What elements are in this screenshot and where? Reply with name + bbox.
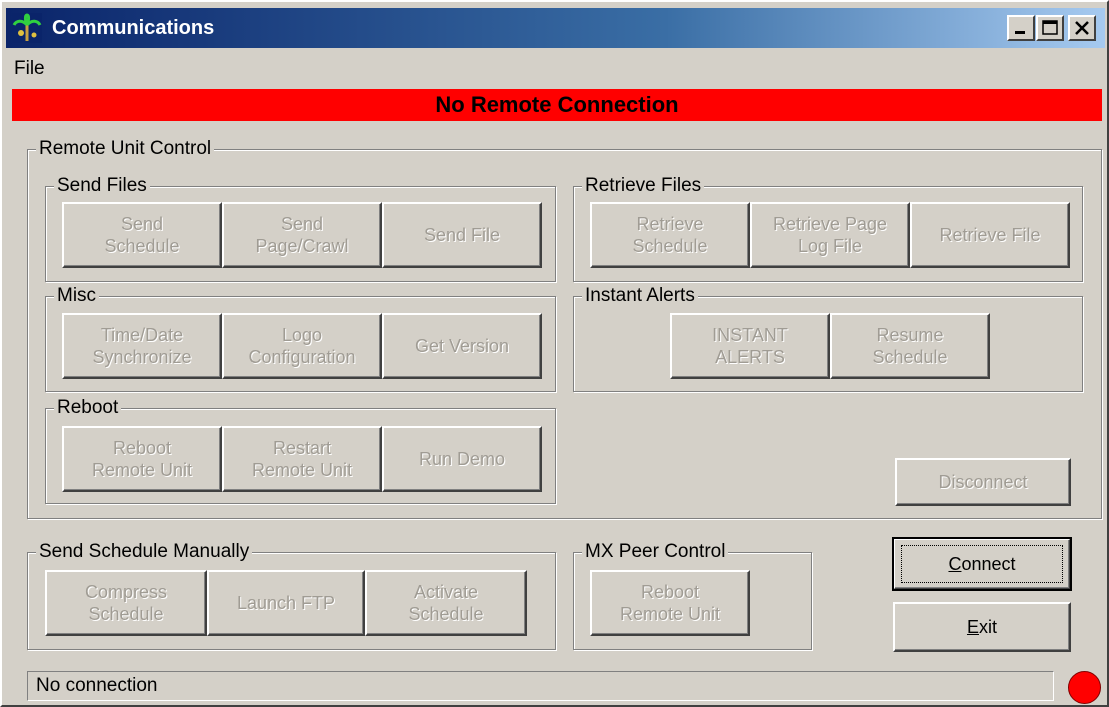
menu-file[interactable]: File — [14, 58, 45, 80]
restart-remote-unit-button[interactable]: Restart Remote Unit — [222, 426, 382, 492]
communications-window: Communications File No Remote Connection… — [0, 0, 1109, 707]
minimize-icon — [1015, 31, 1025, 34]
retrieve-page-log-file-button[interactable]: Retrieve Page Log File — [750, 202, 910, 268]
resume-schedule-button[interactable]: Resume Schedule — [830, 313, 990, 379]
group-legend: Send Schedule Manually — [36, 541, 253, 563]
logo-configuration-button[interactable]: Logo Configuration — [222, 313, 382, 379]
group-legend: Misc — [54, 285, 100, 307]
connect-button[interactable]: Connect — [892, 537, 1072, 591]
palm-tree-icon — [12, 13, 42, 43]
window-title: Communications — [52, 17, 215, 39]
close-icon — [1075, 21, 1089, 35]
status-bar: No connection — [27, 671, 1054, 701]
group-legend: Send Files — [54, 175, 150, 197]
connection-indicator-icon — [1068, 671, 1101, 704]
connect-mnemonic: C — [948, 554, 962, 574]
group-legend: MX Peer Control — [582, 541, 729, 563]
retrieve-file-button[interactable]: Retrieve File — [910, 202, 1070, 268]
time-date-synchronize-button[interactable]: Time/Date Synchronize — [62, 313, 222, 379]
launch-ftp-button[interactable]: Launch FTP — [207, 570, 365, 636]
title-bar[interactable]: Communications — [6, 8, 1105, 48]
send-file-button[interactable]: Send File — [382, 202, 542, 268]
run-demo-button[interactable]: Run Demo — [382, 426, 542, 492]
retrieve-schedule-button[interactable]: Retrieve Schedule — [590, 202, 750, 268]
activate-schedule-button[interactable]: Activate Schedule — [365, 570, 527, 636]
disconnect-button[interactable]: Disconnect — [895, 458, 1071, 506]
exit-mnemonic: E — [966, 617, 979, 637]
exit-label: xit — [979, 617, 997, 637]
reboot-remote-unit-button[interactable]: Reboot Remote Unit — [62, 426, 222, 492]
send-page-crawl-button[interactable]: Send Page/Crawl — [222, 202, 382, 268]
mx-reboot-remote-unit-button[interactable]: Reboot Remote Unit — [590, 570, 750, 636]
instant-alerts-button[interactable]: INSTANT ALERTS — [670, 313, 830, 379]
connection-status-banner: No Remote Connection — [12, 89, 1102, 121]
group-legend: Remote Unit Control — [36, 138, 215, 160]
maximize-icon — [1042, 20, 1058, 35]
group-legend: Reboot — [54, 397, 122, 419]
minimize-button[interactable] — [1007, 15, 1035, 41]
close-button[interactable] — [1068, 15, 1096, 41]
exit-button[interactable]: Exit — [893, 602, 1071, 652]
maximize-button[interactable] — [1036, 15, 1064, 41]
send-schedule-button[interactable]: Send Schedule — [62, 202, 222, 268]
group-legend: Retrieve Files — [582, 175, 705, 197]
group-legend: Instant Alerts — [582, 285, 698, 307]
compress-schedule-button[interactable]: Compress Schedule — [45, 570, 207, 636]
connect-label: onnect — [961, 554, 1016, 574]
get-version-button[interactable]: Get Version — [382, 313, 542, 379]
